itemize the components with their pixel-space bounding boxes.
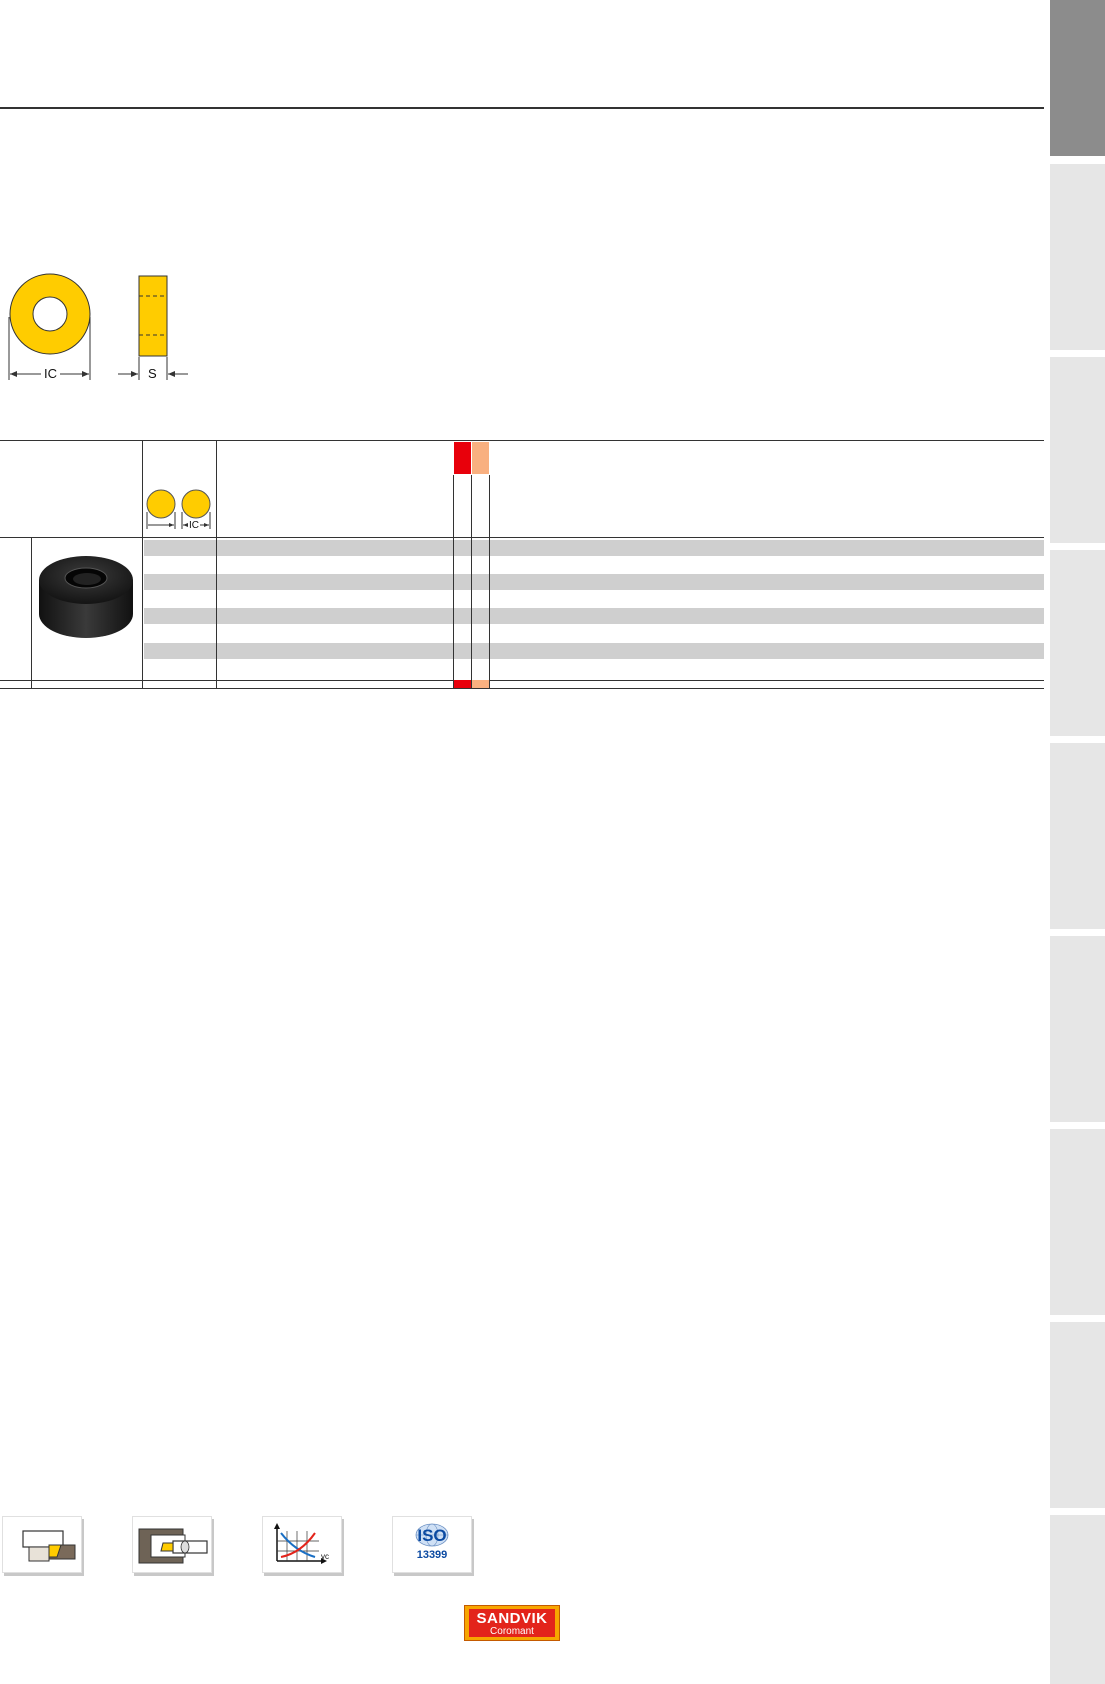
product-table: IC (0, 440, 1044, 690)
cutting-data-chart-icon[interactable]: vc (262, 1516, 342, 1573)
chart-axis-label: vc (321, 1552, 329, 1561)
iso-number: 13399 (417, 1549, 448, 1561)
table-row-shaded (144, 608, 1044, 624)
ic-dimension-label: IC (41, 366, 60, 381)
insert-top-view (8, 273, 91, 380)
grade-swatch-orange (472, 442, 489, 474)
table-row-shaded (144, 540, 1044, 556)
table-divider (142, 440, 143, 688)
external-turning-icon[interactable] (2, 1516, 82, 1573)
insert-side-view (118, 275, 188, 380)
brand-subname: Coromant (490, 1626, 534, 1637)
header-rule (0, 107, 1044, 109)
header-ic-label: IC (188, 520, 200, 531)
insert-product-image (39, 556, 133, 638)
section-tab[interactable] (1050, 1515, 1105, 1684)
table-divider (216, 440, 217, 688)
section-tab[interactable] (1050, 1129, 1105, 1315)
table-bottom-border (0, 688, 1044, 689)
s-dimension-label: S (145, 366, 160, 381)
grade-swatch-red (454, 442, 471, 474)
table-divider (31, 538, 32, 688)
section-tab[interactable] (1050, 936, 1105, 1122)
internal-turning-icon[interactable] (132, 1516, 212, 1573)
section-tab[interactable] (1050, 357, 1105, 543)
table-row-shaded (144, 574, 1044, 590)
sandvik-coromant-logo: SANDVIK Coromant (464, 1605, 560, 1641)
iso-text: ISO (417, 1526, 446, 1545)
insert-dimension-header-icon (146, 489, 211, 529)
table-header-border (0, 537, 1044, 538)
table-divider (453, 475, 454, 688)
iso-13399-icon[interactable]: ISO 13399 (392, 1516, 472, 1573)
table-top-border (0, 440, 1044, 441)
insert-schematic (8, 273, 188, 380)
table-body-border (0, 680, 1044, 681)
section-tab[interactable] (1050, 550, 1105, 736)
grade-swatch-orange-footer (472, 680, 489, 688)
section-tab[interactable] (1050, 1322, 1105, 1508)
section-tab-active[interactable] (1050, 0, 1105, 156)
grade-swatch-red-footer (454, 680, 471, 688)
table-divider (489, 475, 490, 688)
section-tab[interactable] (1050, 164, 1105, 350)
table-row-shaded (144, 643, 1044, 659)
section-tab[interactable] (1050, 743, 1105, 929)
brand-name: SANDVIK (476, 1610, 548, 1627)
table-divider (471, 475, 472, 688)
section-tab-strip (1050, 0, 1105, 1684)
